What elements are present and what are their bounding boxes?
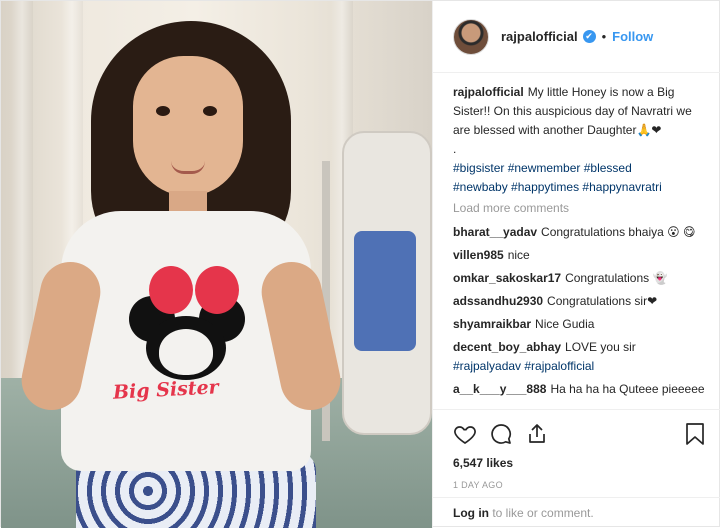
comment-username[interactable]: villen985: [453, 248, 504, 262]
bow-loop: [195, 266, 239, 314]
avatar[interactable]: [453, 18, 489, 55]
verified-badge-icon: ✔: [582, 30, 596, 43]
hashtags[interactable]: #bigsister #newmember #blessed: [453, 161, 632, 175]
comment: omkar_sakoskar17 Congratulations 👻: [453, 269, 706, 288]
instagram-post: Big Sister rajpalofficial ✔ • Follow raj…: [0, 0, 720, 528]
follow-button[interactable]: Follow: [612, 29, 653, 44]
login-prompt-text: to like or comment.: [489, 506, 594, 520]
minnie-face: [159, 329, 213, 375]
comment: villen985 nice: [453, 246, 706, 265]
comment-text: Congratulations bhaiya 😮 😋: [541, 225, 696, 239]
comment: shyamraikbar Nice Gudia: [453, 315, 706, 334]
comment-text: Congratulations 👻: [565, 271, 668, 285]
login-prompt: Log in to like or comment.: [433, 497, 720, 528]
comment-username[interactable]: a__k___y___888: [453, 382, 546, 396]
comment-username[interactable]: shyamraikbar: [453, 317, 531, 331]
comment: a__k___y___888 Ha ha ha ha Quteee pieeeee: [453, 380, 706, 399]
caption-dot: .: [453, 142, 457, 156]
eye: [156, 106, 170, 116]
caption: rajpalofficial My little Honey is now a B…: [453, 83, 706, 197]
eye: [203, 106, 217, 116]
separator-dot: •: [601, 29, 607, 44]
bow-loop: [149, 266, 193, 314]
heart-icon[interactable]: [453, 422, 477, 446]
comment-text: Ha ha ha ha Quteee pieeeee: [550, 382, 705, 396]
login-link[interactable]: Log in: [453, 506, 489, 520]
minnie-bow: [149, 266, 239, 318]
post-photo[interactable]: Big Sister: [1, 1, 432, 528]
load-more-comments-button[interactable]: Load more comments: [453, 201, 706, 215]
comment-username[interactable]: bharat__yadav: [453, 225, 537, 239]
comment-text: Congratulations sir❤: [547, 294, 658, 308]
comment-hashtags[interactable]: #rajpalyadav #rajpalofficial: [453, 359, 594, 373]
action-icons: [453, 420, 706, 448]
hashtags[interactable]: #newbaby #happytimes #happynavratri: [453, 180, 662, 194]
comment-username[interactable]: decent_boy_abhay: [453, 340, 561, 354]
face: [133, 56, 243, 196]
comment: decent_boy_abhay LOVE you sir #rajpalyada…: [453, 338, 706, 376]
girl-figure: Big Sister: [16, 11, 346, 528]
bed-panel: [354, 231, 416, 351]
share-icon[interactable]: [525, 422, 549, 446]
comment: adssandhu2930 Congratulations sir❤: [453, 292, 706, 311]
comments-section[interactable]: rajpalofficial My little Honey is now a B…: [433, 73, 720, 409]
header-username[interactable]: rajpalofficial: [501, 29, 578, 44]
comment-text: nice: [507, 248, 530, 262]
comment-text: LOVE you sir: [565, 340, 636, 354]
caption-username[interactable]: rajpalofficial: [453, 85, 524, 99]
comment: bharat__yadav Congratulations bhaiya 😮 😋: [453, 223, 706, 242]
comment-icon[interactable]: [489, 422, 513, 446]
likes-count[interactable]: 6,547 likes: [453, 456, 706, 470]
bookmark-icon[interactable]: [684, 422, 706, 446]
post-timestamp: 1 DAY AGO: [453, 480, 503, 490]
post-header: rajpalofficial ✔ • Follow: [433, 1, 720, 73]
comment-username[interactable]: adssandhu2930: [453, 294, 543, 308]
post-sidebar: rajpalofficial ✔ • Follow rajpalofficial…: [432, 1, 720, 528]
comment-text: Nice Gudia: [535, 317, 595, 331]
comment-username[interactable]: omkar_sakoskar17: [453, 271, 561, 285]
